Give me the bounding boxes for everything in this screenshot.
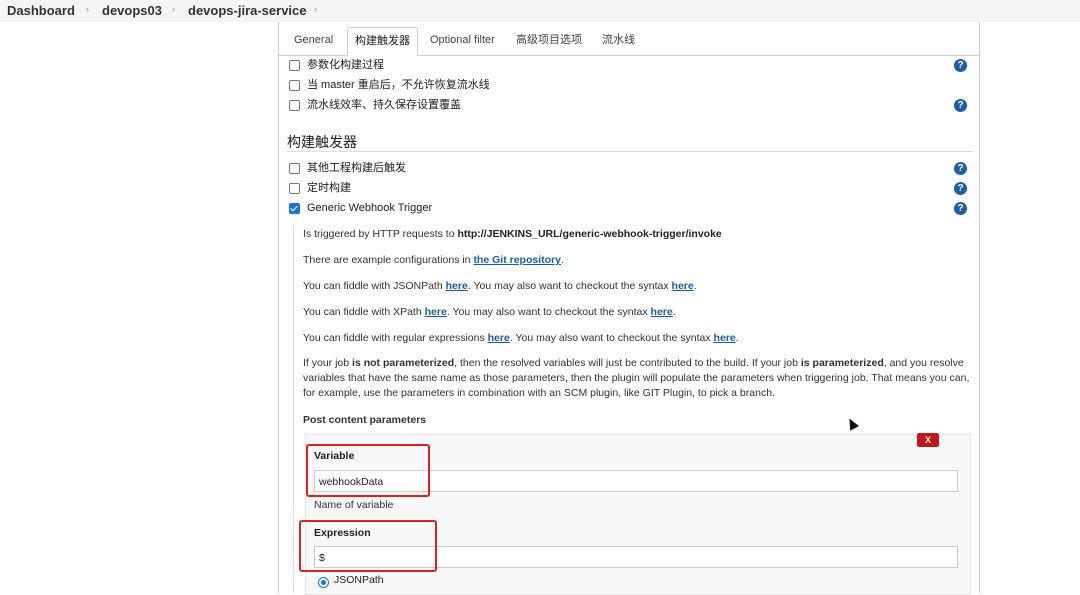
jsonpath-radio-label: JSONPath	[334, 574, 384, 586]
xpath-syntax-link[interactable]: here	[651, 306, 673, 318]
info-text: . You may also want to checkout the synt…	[509, 332, 714, 344]
section-title: 构建触发器	[287, 134, 357, 150]
config-panel: General 构建触发器 Optional filter 高级项目选项 流水线…	[278, 22, 980, 595]
parameterization-description: If your job is not parameterized, then t…	[303, 356, 973, 401]
checkbox[interactable]	[289, 80, 300, 91]
help-icon[interactable]: ?	[954, 182, 967, 195]
emphasis-text: is parameterized	[800, 357, 884, 369]
delete-param-button[interactable]: X	[917, 433, 939, 447]
webhook-regex-info: You can fiddle with regular expressions …	[303, 331, 739, 346]
tab-general[interactable]: General	[287, 27, 340, 54]
webhook-example-info: There are example configurations in the …	[303, 253, 564, 268]
tab-advanced-options[interactable]: 高级项目选项	[509, 27, 589, 54]
help-icon[interactable]: ?	[954, 59, 967, 72]
checkbox[interactable]	[289, 60, 300, 71]
info-text: There are example configurations in	[303, 254, 474, 266]
help-icon[interactable]: ?	[954, 99, 967, 112]
webhook-xpath-info: You can fiddle with XPath here. You may …	[303, 305, 676, 320]
info-text: .	[735, 332, 739, 344]
breadcrumb-folder[interactable]: devops03	[102, 3, 162, 18]
option-label: 定时构建	[307, 182, 351, 194]
chevron-right-icon[interactable]: ›	[172, 4, 175, 14]
info-text: .	[693, 280, 697, 292]
info-text: You can fiddle with JSONPath	[303, 280, 446, 292]
chevron-right-icon[interactable]: ›	[314, 4, 317, 14]
config-tabbar: General 构建触发器 Optional filter 高级项目选项 流水线	[279, 22, 979, 56]
option-label: 参数化构建过程	[307, 59, 384, 71]
invoke-url: http://JENKINS_URL/generic-webhook-trigg…	[457, 228, 722, 240]
info-text: .	[560, 254, 564, 266]
checkbox[interactable]	[289, 183, 300, 194]
breadcrumb-dashboard[interactable]: Dashboard	[7, 3, 75, 18]
regex-fiddle-link[interactable]: here	[488, 332, 510, 344]
checkbox-checked[interactable]	[289, 203, 300, 214]
xpath-fiddle-link[interactable]: here	[425, 306, 447, 318]
git-repository-link[interactable]: the Git repository	[473, 254, 561, 266]
info-text: , then the resolved variables will just …	[454, 357, 801, 369]
checkbox[interactable]	[289, 163, 300, 174]
help-icon[interactable]: ?	[954, 162, 967, 175]
info-text: . You may also want to checkout the synt…	[467, 280, 672, 292]
jsonpath-radio[interactable]	[318, 577, 329, 588]
variable-highlight-box	[306, 444, 430, 497]
emphasis-text: is not parameterized	[352, 357, 455, 369]
tab-optional-filter[interactable]: Optional filter	[423, 27, 502, 54]
info-text: . You may also want to checkout the synt…	[446, 306, 651, 318]
option-label: 流水线效率、持久保存设置覆盖	[307, 99, 461, 111]
tab-build-triggers[interactable]: 构建触发器	[347, 27, 418, 56]
webhook-jsonpath-info: You can fiddle with JSONPath here. You m…	[303, 279, 697, 294]
breadcrumb: Dashboard › devops03 › devops-jira-servi…	[0, 0, 1080, 22]
jsonpath-fiddle-link[interactable]: here	[446, 280, 468, 292]
post-content-params-title: Post content parameters	[303, 414, 427, 426]
info-text: Is triggered by HTTP requests to	[303, 228, 458, 240]
info-text: If your job	[303, 357, 353, 369]
breadcrumb-job[interactable]: devops-jira-service	[188, 3, 307, 18]
info-text: .	[672, 306, 676, 318]
webhook-invoke-info: Is triggered by HTTP requests to http://…	[303, 227, 722, 242]
regex-syntax-link[interactable]: here	[714, 332, 736, 344]
option-label: Generic Webhook Trigger	[307, 202, 433, 214]
checkbox[interactable]	[289, 100, 300, 111]
section-divider	[287, 151, 973, 152]
expression-highlight-box	[299, 520, 437, 572]
chevron-right-icon[interactable]: ›	[86, 4, 89, 14]
tab-pipeline[interactable]: 流水线	[595, 27, 642, 54]
info-text: You can fiddle with regular expressions	[303, 332, 488, 344]
info-text: You can fiddle with XPath	[303, 306, 425, 318]
option-label: 其他工程构建后触发	[307, 162, 406, 174]
help-icon[interactable]: ?	[954, 202, 967, 215]
jsonpath-syntax-link[interactable]: here	[672, 280, 694, 292]
option-label: 当 master 重启后，不允许恢复流水线	[307, 79, 490, 91]
variable-help-text: Name of variable	[314, 499, 394, 511]
